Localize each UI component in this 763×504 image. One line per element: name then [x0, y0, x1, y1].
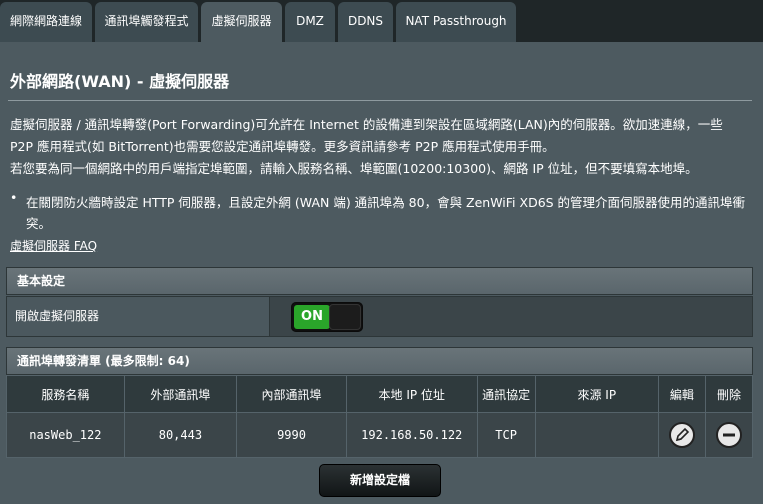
delete-icon[interactable]	[715, 422, 742, 448]
tab-port-trigger[interactable]: 通訊埠觸發程式	[95, 2, 198, 42]
toggle-on-label: ON	[294, 305, 330, 329]
tab-bar: 網際網路連線 通訊埠觸發程式 虛擬伺服器 DMZ DDNS NAT Passth…	[0, 0, 763, 42]
add-profile-button[interactable]: 新增設定檔	[319, 464, 441, 497]
column-service-name: 服務名稱	[6, 375, 125, 413]
content-panel: 外部網路(WAN) - 虛擬伺服器 虛擬伺服器 / 通訊埠轉發(Port For…	[0, 42, 763, 504]
column-external-port: 外部通訊埠	[123, 375, 238, 413]
port-forwarding-table: 服務名稱 外部通訊埠 內部通訊埠 本地 IP 位址 通訊協定 來源 IP 編輯 …	[6, 375, 754, 458]
column-delete: 刪除	[704, 375, 754, 413]
cell-source-ip	[534, 412, 659, 458]
cell-protocol: TCP	[476, 412, 536, 458]
enable-virtual-server-toggle[interactable]: ON	[291, 302, 363, 332]
description-line-3: 若您要為同一個網路中的用戶端指定埠範圍，請輸入服務名稱、埠範圍(10200:10…	[10, 161, 698, 176]
column-source-ip: 來源 IP	[534, 375, 659, 413]
description-line-1: 虛擬伺服器 / 通訊埠轉發(Port Forwarding)可允許在 Inter…	[10, 117, 723, 132]
page-title: 外部網路(WAN) - 虛擬伺服器	[10, 72, 230, 91]
column-edit: 編輯	[657, 375, 706, 413]
enable-virtual-server-value: ON	[269, 297, 752, 336]
cell-delete	[704, 412, 754, 458]
column-internal-port: 內部通訊埠	[236, 375, 347, 413]
edit-icon[interactable]	[668, 422, 695, 448]
tab-dmz[interactable]: DMZ	[285, 2, 335, 42]
tab-virtual-server[interactable]: 虛擬伺服器	[201, 2, 282, 42]
description-line-2: P2P 應用程式(如 BitTorrent)也需要您設定通訊埠轉發。更多資訊請參…	[10, 139, 555, 154]
tab-nat-passthrough[interactable]: NAT Passthrough	[396, 2, 516, 42]
note-line-1: 在關閉防火牆時設定 HTTP 伺服器，且設定外網 (WAN 端) 通訊埠為 80…	[26, 195, 746, 210]
toggle-knob	[329, 304, 361, 330]
enable-virtual-server-row: 開啟虛擬伺服器 ON	[6, 296, 753, 337]
column-local-ip: 本地 IP 位址	[345, 375, 478, 413]
note-line-2: 突。	[26, 216, 52, 231]
table-row: nasWeb_122 80,443 9990 192.168.50.122 TC…	[6, 412, 754, 458]
cell-external-port: 80,443	[123, 412, 238, 458]
tab-internet-connection[interactable]: 網際網路連線	[0, 2, 92, 42]
title-divider	[8, 100, 752, 101]
cell-service-name: nasWeb_122	[6, 412, 125, 458]
note-bullet: •	[10, 190, 18, 205]
forwarding-list-header: 通訊埠轉發清單 (最多限制: 64)	[6, 347, 753, 375]
table-header-row: 服務名稱 外部通訊埠 內部通訊埠 本地 IP 位址 通訊協定 來源 IP 編輯 …	[6, 375, 754, 413]
faq-link[interactable]: 虛擬伺服器 FAQ	[10, 237, 97, 254]
cell-internal-port: 9990	[236, 412, 347, 458]
basic-settings-header: 基本設定	[6, 267, 753, 295]
cell-local-ip: 192.168.50.122	[345, 412, 478, 458]
enable-virtual-server-label: 開啟虛擬伺服器	[7, 297, 269, 336]
column-protocol: 通訊協定	[476, 375, 536, 413]
cell-edit	[657, 412, 706, 458]
tab-ddns[interactable]: DDNS	[338, 2, 393, 42]
